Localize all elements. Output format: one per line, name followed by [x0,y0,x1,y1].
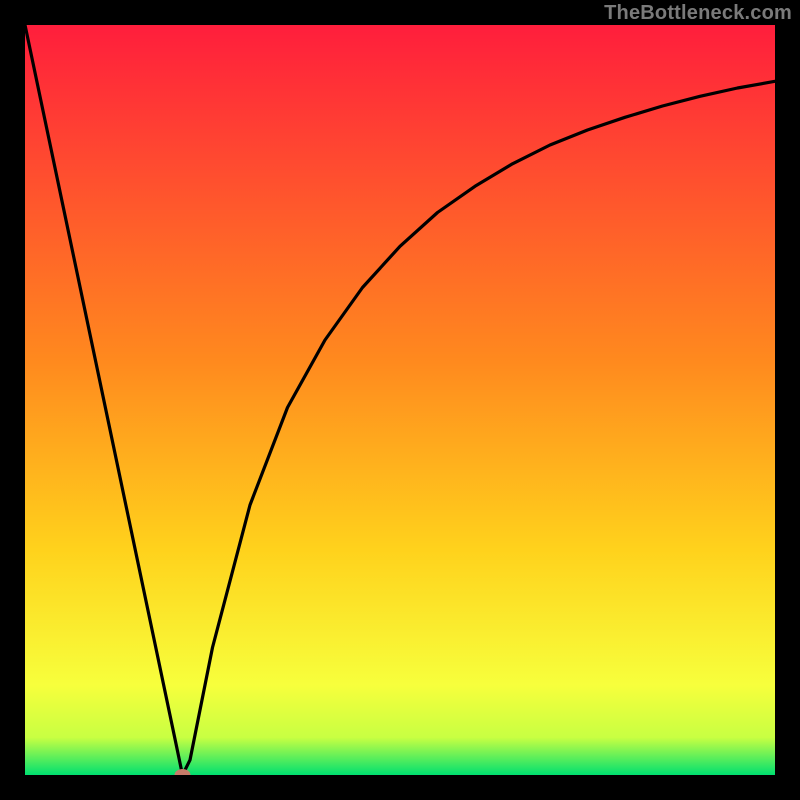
watermark-text: TheBottleneck.com [604,2,792,25]
chart-frame: TheBottleneck.com [0,0,800,800]
plot-area [25,25,775,775]
gradient-background [25,25,775,775]
bottleneck-curve-chart [25,25,775,775]
